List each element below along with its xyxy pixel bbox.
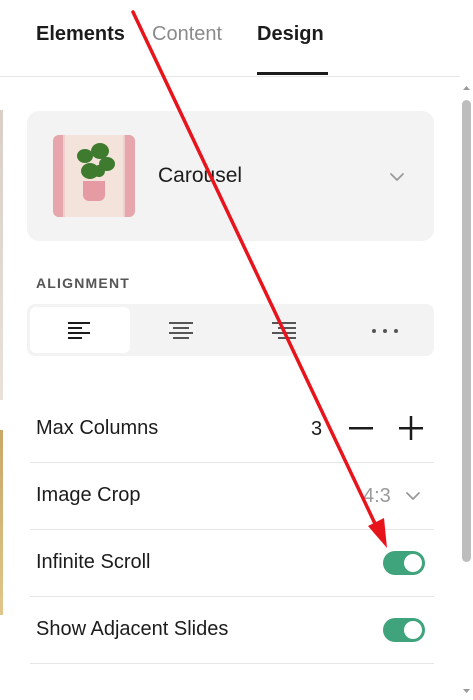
layout-name: Carousel (158, 164, 243, 187)
tab-content[interactable]: Content (152, 22, 222, 46)
max-columns-label: Max Columns (36, 417, 159, 439)
chevron-down-icon[interactable] (402, 485, 424, 507)
active-tab-indicator (257, 72, 328, 75)
panel-tabs: Elements Content Design (0, 0, 460, 77)
show-adjacent-slides-label: Show Adjacent Slides (36, 618, 229, 640)
toggle-knob (404, 554, 422, 572)
max-columns-row: Max Columns 3 (30, 396, 434, 463)
align-right-icon (272, 322, 296, 339)
background-image-edge (0, 430, 3, 615)
tab-design[interactable]: Design (257, 22, 324, 46)
image-crop-value: 4:3 (363, 485, 391, 507)
carousel-thumbnail (53, 135, 135, 217)
infinite-scroll-row: Infinite Scroll (30, 530, 434, 597)
align-center-button[interactable] (131, 307, 231, 353)
background-image-edge (0, 110, 3, 400)
align-left-button[interactable] (30, 307, 130, 353)
image-crop-label: Image Crop (36, 484, 141, 506)
toggle-knob (404, 621, 422, 639)
plus-icon[interactable] (391, 408, 431, 448)
infinite-scroll-toggle[interactable] (383, 551, 425, 575)
alignment-label: ALIGNMENT (36, 275, 131, 291)
scroll-up-arrow-icon[interactable] (460, 82, 473, 94)
chevron-down-icon (390, 173, 404, 181)
infinite-scroll-label: Infinite Scroll (36, 551, 151, 573)
more-icon (372, 329, 398, 333)
align-center-icon (169, 322, 193, 339)
max-columns-value: 3 (311, 418, 323, 440)
tab-elements[interactable]: Elements (36, 22, 125, 46)
layout-selector[interactable]: Carousel (27, 111, 434, 241)
align-right-button[interactable] (232, 307, 332, 353)
more-options-button[interactable] (333, 307, 433, 353)
minus-icon[interactable] (341, 408, 381, 448)
image-crop-row[interactable]: Image Crop 4:3 (30, 463, 434, 530)
scroll-down-arrow-icon[interactable] (460, 685, 473, 697)
show-adjacent-slides-row: Show Adjacent Slides (30, 597, 434, 664)
scrollbar-thumb[interactable] (462, 100, 471, 562)
alignment-segmented-control (27, 304, 434, 356)
align-left-icon (68, 322, 90, 339)
show-adjacent-slides-toggle[interactable] (383, 618, 425, 642)
